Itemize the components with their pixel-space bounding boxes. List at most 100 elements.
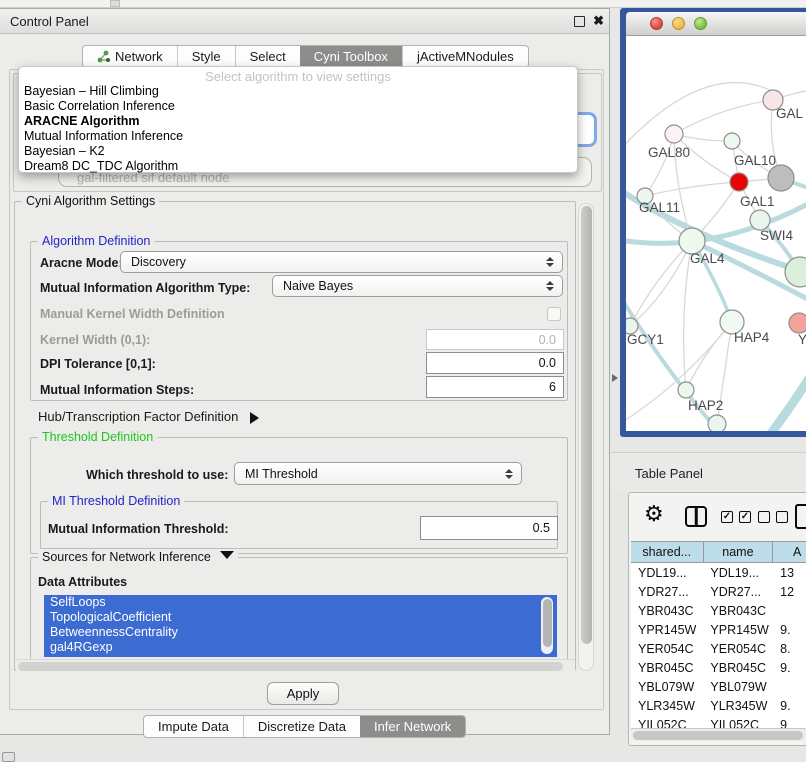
combo-arrows-icon xyxy=(546,279,555,293)
tab-label: Discretize Data xyxy=(258,719,346,734)
attribute-list-item[interactable]: TopologicalCoefficient xyxy=(44,610,557,625)
node-label: Y xyxy=(798,332,806,347)
manual-kernel-checkbox[interactable] xyxy=(547,307,561,321)
table-horizontal-scrollbar[interactable] xyxy=(631,728,806,741)
close-panel-icon[interactable]: ✖ xyxy=(593,13,604,29)
network-node[interactable] xyxy=(708,415,726,431)
tab-label: Select xyxy=(250,49,286,64)
mi-steps-field[interactable]: 6 xyxy=(426,376,564,398)
aracne-mode-combobox[interactable]: Discovery xyxy=(120,251,563,273)
table-row[interactable]: YBR045CYBR045C9. xyxy=(631,658,806,677)
tab-discretize-data[interactable]: Discretize Data xyxy=(243,716,360,737)
float-panel-icon[interactable] xyxy=(574,16,585,27)
table-function-icon[interactable] xyxy=(795,504,806,529)
top-strip xyxy=(0,0,806,8)
table-row[interactable]: YPR145WYPR145W9. xyxy=(631,620,806,639)
settings-vertical-scrollbar[interactable] xyxy=(578,203,594,671)
tab-cyni-toolbox[interactable]: Cyni Toolbox xyxy=(300,46,402,67)
collapsed-panel-icon[interactable] xyxy=(2,752,15,762)
mi-type-combobox[interactable]: Naive Bayes xyxy=(272,275,563,297)
tab-infer-network[interactable]: Infer Network xyxy=(360,716,465,737)
tab-network[interactable]: Network xyxy=(83,46,177,67)
attribute-list-item[interactable]: gal4RGexp xyxy=(44,640,557,655)
hub-definition-expander[interactable]: Hub/Transcription Factor Definition xyxy=(38,409,265,424)
dropdown-item[interactable]: ARACNE Algorithm xyxy=(19,114,577,129)
table-row[interactable]: YIL052CYIL052C9 xyxy=(631,715,806,728)
dropdown-item[interactable]: Mutual Information Inference xyxy=(19,129,577,144)
table-row[interactable]: YDR27...YDR27...12 xyxy=(631,582,806,601)
mi-type-label: Mutual Information Algorithm Type: xyxy=(40,281,250,295)
tab-style[interactable]: Style xyxy=(177,46,235,67)
sources-group-title[interactable]: Sources for Network Inference xyxy=(38,550,238,566)
split-columns-icon[interactable] xyxy=(685,506,707,527)
close-window-button[interactable] xyxy=(650,17,663,30)
network-canvas[interactable]: GALGAL80GAL10GAL1GAL11SWI4GAL4GCY1HAP4YH… xyxy=(626,36,806,431)
network-node[interactable] xyxy=(750,210,770,230)
table-cell: YLR345W xyxy=(703,696,773,715)
hub-definition-label: Hub/Transcription Factor Definition xyxy=(38,409,238,424)
node-label: SWI4 xyxy=(760,228,793,243)
tab-label: Impute Data xyxy=(158,719,229,734)
table-row[interactable]: YLR345WYLR345W9. xyxy=(631,696,806,715)
minimize-window-button[interactable] xyxy=(672,17,685,30)
checked-checkbox-icon[interactable]: ✓ xyxy=(721,511,733,523)
network-node[interactable] xyxy=(730,173,748,191)
network-window-titlebar[interactable] xyxy=(626,12,806,36)
column-header-3[interactable]: A xyxy=(773,542,806,562)
network-icon xyxy=(97,50,110,63)
table-cell: 13 xyxy=(773,563,806,582)
attribute-list-item[interactable]: SelfLoops xyxy=(44,595,557,610)
table-cell: YBR045C xyxy=(631,658,703,677)
table-row[interactable]: YER054CYER054C8. xyxy=(631,639,806,658)
settings-horizontal-scrollbar[interactable] xyxy=(16,659,575,672)
tab-jactivemnodules[interactable]: jActiveMNodules xyxy=(402,46,528,67)
attributes-list-scrollbar[interactable] xyxy=(541,597,553,654)
table-panel-header: Table Panel xyxy=(611,452,806,492)
network-view-inner: GALGAL80GAL10GAL1GAL11SWI4GAL4GCY1HAP4YH… xyxy=(626,12,806,431)
threshold-definition-title: Threshold Definition xyxy=(38,430,157,444)
gear-icon[interactable]: ⚙ xyxy=(644,501,664,527)
mi-steps-label: Mutual Information Steps: xyxy=(40,383,194,397)
network-node[interactable] xyxy=(678,382,694,398)
which-threshold-combobox[interactable]: MI Threshold xyxy=(234,462,522,485)
table-cell: 8. xyxy=(773,639,806,658)
network-node[interactable] xyxy=(665,125,683,143)
dropdown-item[interactable]: Basic Correlation Inference xyxy=(19,99,577,114)
table-cell: YDL19... xyxy=(703,563,773,582)
network-node[interactable] xyxy=(768,165,794,191)
tab-label: Style xyxy=(192,49,221,64)
tab-impute-data[interactable]: Impute Data xyxy=(144,716,243,737)
table-row[interactable]: YBR043CYBR043C xyxy=(631,601,806,620)
table-body: YDL19...YDL19...13YDR27...YDR27...12YBR0… xyxy=(631,563,806,728)
node-label: GAL80 xyxy=(648,145,690,160)
attribute-list-item[interactable]: BetweennessCentrality xyxy=(44,625,557,640)
apply-button[interactable]: Apply xyxy=(267,682,339,705)
network-node[interactable] xyxy=(724,133,740,149)
node-label: GAL10 xyxy=(734,153,776,168)
checked-checkbox-icon[interactable]: ✓ xyxy=(739,511,751,523)
column-header-2[interactable]: name xyxy=(704,542,774,562)
dropdown-item[interactable]: Bayesian – K2 xyxy=(19,144,577,159)
mi-threshold-field[interactable]: 0.5 xyxy=(420,516,558,540)
unchecked-checkbox-icon[interactable] xyxy=(758,511,770,523)
column-header-1[interactable]: shared... xyxy=(631,542,704,562)
table-cell: YIL052C xyxy=(703,715,773,728)
table-row[interactable]: YDL19...YDL19...13 xyxy=(631,563,806,582)
zoom-window-button[interactable] xyxy=(694,17,707,30)
node-label: GAL xyxy=(776,106,804,121)
unchecked-checkbox-icon[interactable] xyxy=(776,511,788,523)
dpi-tolerance-field[interactable]: 0.0 xyxy=(426,352,564,374)
dropdown-item[interactable]: Dream8 DC_TDC Algorithm xyxy=(19,159,577,174)
tab-select[interactable]: Select xyxy=(235,46,300,67)
network-node[interactable] xyxy=(785,257,806,287)
control-panel-window: Control Panel ✖ NetworkStyleSelectCyni T… xyxy=(0,8,610,735)
table-cell: YPR145W xyxy=(703,620,773,639)
table-cell: 9. xyxy=(773,658,806,677)
table-row[interactable]: YBL079WYBL079W xyxy=(631,677,806,696)
table-cell: YDL19... xyxy=(631,563,703,582)
dropdown-item[interactable]: Bayesian – Hill Climbing xyxy=(19,84,577,99)
kernel-width-field[interactable]: 0.0 xyxy=(426,329,564,350)
network-node[interactable] xyxy=(789,313,806,333)
node-label: HAP4 xyxy=(734,330,770,345)
data-attributes-list[interactable]: SelfLoopsTopologicalCoefficientBetweenne… xyxy=(44,595,557,657)
